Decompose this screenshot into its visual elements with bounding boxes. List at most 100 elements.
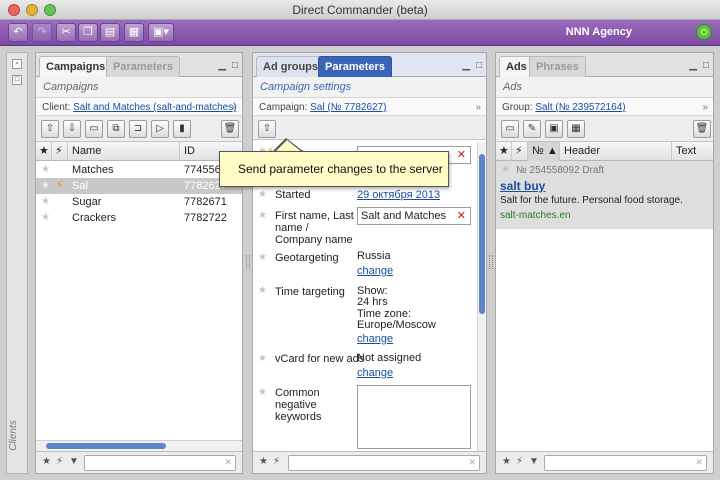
- edit-ad-icon[interactable]: ✎: [523, 120, 541, 138]
- campaigns-filter-input[interactable]: ✕: [84, 455, 236, 471]
- clear-icon[interactable]: ✕: [457, 208, 466, 224]
- star-icon[interactable]: ★: [258, 210, 267, 221]
- calculator-icon[interactable]: ▦: [124, 23, 144, 42]
- column-number[interactable]: № ▲: [528, 142, 560, 161]
- splitter-handle[interactable]: [246, 255, 250, 269]
- star-icon[interactable]: ★: [258, 285, 267, 296]
- star-icon[interactable]: ★: [41, 210, 50, 226]
- copy-campaign-icon[interactable]: ⧉: [107, 120, 125, 138]
- funnel-icon[interactable]: ▼: [69, 456, 79, 467]
- tab-parameters[interactable]: Parameters: [318, 56, 392, 77]
- start-date-link[interactable]: 29 октября 2013: [357, 190, 440, 201]
- download-icon[interactable]: ⇩: [63, 120, 81, 138]
- funnel-icon[interactable]: ▼: [529, 456, 539, 467]
- new-ad-icon[interactable]: ▭: [501, 120, 519, 138]
- campaign-link[interactable]: Sal (№ 7782627): [310, 102, 386, 113]
- column-text[interactable]: Text: [672, 142, 715, 161]
- minimize-panel-icon[interactable]: ▁: [462, 60, 470, 71]
- scroll-thumb[interactable]: [479, 154, 485, 314]
- flash-filter-icon[interactable]: ⚡: [516, 456, 523, 467]
- ad-title[interactable]: salt buy: [500, 179, 545, 193]
- flash-filter-icon[interactable]: ⚡: [56, 456, 63, 467]
- tab-parameters[interactable]: Parameters: [106, 56, 180, 77]
- star-filter-icon[interactable]: ★: [259, 456, 268, 467]
- start-icon[interactable]: ▷: [151, 120, 169, 138]
- vcard-change-link[interactable]: change: [357, 368, 393, 379]
- clear-filter-icon[interactable]: ✕: [695, 457, 703, 468]
- campaign-selector[interactable]: Campaign: Sal (№ 7782627) »: [253, 97, 486, 116]
- negative-keywords-textarea[interactable]: [357, 385, 471, 449]
- geotargeting-change-link[interactable]: change: [357, 266, 393, 277]
- tab-campaigns[interactable]: Campaigns: [39, 56, 113, 77]
- ads-filter-input[interactable]: ✕: [544, 455, 707, 471]
- time-targeting-change-link[interactable]: change: [357, 334, 393, 345]
- paste-icon[interactable]: ▤: [100, 23, 120, 42]
- ad-item[interactable]: ★ № 254558092 Draft salt buy Salt for th…: [496, 161, 713, 229]
- clear-filter-icon[interactable]: ✕: [468, 457, 476, 468]
- close-window-button[interactable]: [8, 4, 20, 16]
- table-row[interactable]: ★ ⚡ Sal 7782627: [36, 178, 242, 194]
- group-link[interactable]: Salt (№ 239572164): [535, 102, 625, 113]
- star-filter-icon[interactable]: ★: [42, 456, 51, 467]
- maximize-panel-icon[interactable]: □: [703, 60, 709, 71]
- star-icon[interactable]: ★: [41, 162, 50, 178]
- image-icon[interactable]: ▣: [545, 120, 563, 138]
- view-dropdown-icon[interactable]: ▣▾: [148, 23, 174, 42]
- redo-icon[interactable]: ↷: [32, 23, 52, 42]
- chevron-down-icon[interactable]: »: [231, 98, 237, 117]
- table-row[interactable]: ★ Sugar 7782671: [36, 194, 242, 210]
- table-row[interactable]: ★ Crackers 7782722: [36, 210, 242, 226]
- client-selector[interactable]: Client: Salt and Matches (salt-and-match…: [36, 97, 242, 116]
- star-column-icon[interactable]: ★: [496, 142, 512, 161]
- flash-column-icon[interactable]: ⚡: [52, 142, 68, 161]
- star-icon[interactable]: ★: [258, 189, 267, 200]
- table-row[interactable]: ★ Matches 7745567: [36, 162, 242, 178]
- client-link[interactable]: Salt and Matches (salt-and-matches): [73, 102, 236, 113]
- star-icon[interactable]: ★: [41, 178, 50, 194]
- column-header[interactable]: Header: [560, 142, 672, 161]
- chevron-down-icon[interactable]: »: [702, 98, 708, 117]
- minimize-window-button[interactable]: [26, 4, 38, 16]
- upload-icon[interactable]: ⇧: [41, 120, 59, 138]
- send-to-server-icon[interactable]: ⇧: [258, 120, 276, 138]
- star-icon[interactable]: ★: [258, 353, 267, 364]
- trash-icon[interactable]: 🗑: [221, 120, 239, 138]
- flash-column-icon[interactable]: ⚡: [512, 142, 528, 161]
- vertical-scrollbar[interactable]: [477, 142, 486, 451]
- clear-filter-icon[interactable]: ✕: [224, 457, 232, 468]
- table-icon[interactable]: ▦: [567, 120, 585, 138]
- copy-icon[interactable]: ❐: [78, 23, 98, 42]
- tab-phrases[interactable]: Phrases: [529, 56, 586, 77]
- undo-icon[interactable]: ↶: [8, 23, 28, 42]
- column-name[interactable]: Name: [68, 142, 180, 161]
- star-icon[interactable]: ★: [41, 194, 50, 210]
- flash-filter-icon[interactable]: ⚡: [273, 456, 280, 467]
- star-icon[interactable]: ★: [258, 387, 267, 398]
- new-campaign-icon[interactable]: ▭: [85, 120, 103, 138]
- sidebar-expand-icon[interactable]: □: [12, 75, 22, 85]
- maximize-panel-icon[interactable]: □: [232, 60, 238, 71]
- scroll-thumb[interactable]: [46, 443, 166, 449]
- parameters-filter-input[interactable]: ✕: [288, 455, 480, 471]
- zoom-window-button[interactable]: [44, 4, 56, 16]
- star-icon[interactable]: ★: [501, 164, 510, 175]
- splitter-handle[interactable]: [489, 255, 493, 269]
- trash-icon[interactable]: 🗑: [693, 120, 711, 138]
- group-selector[interactable]: Group: Salt (№ 239572164) »: [496, 97, 713, 116]
- fio-input[interactable]: Salt and Matches ✕: [357, 207, 471, 225]
- connection-status-icon[interactable]: ⏻: [696, 24, 712, 40]
- horizontal-scrollbar[interactable]: [36, 440, 242, 451]
- chevron-down-icon[interactable]: »: [475, 98, 481, 117]
- sidebar-pin-icon[interactable]: ▫: [12, 59, 22, 69]
- star-filter-icon[interactable]: ★: [502, 456, 511, 467]
- minimize-panel-icon[interactable]: ▁: [689, 60, 697, 71]
- star-column-icon[interactable]: ★: [36, 142, 52, 161]
- clients-sidebar[interactable]: ▫ □ Clients: [6, 52, 28, 474]
- maximize-panel-icon[interactable]: □: [476, 60, 482, 71]
- archive-icon[interactable]: ⊐: [129, 120, 147, 138]
- statistics-icon[interactable]: ▮: [173, 120, 191, 138]
- cut-icon[interactable]: ✂: [56, 23, 76, 42]
- clear-icon[interactable]: ✕: [457, 147, 466, 163]
- tab-ad-groups[interactable]: Ad groups: [256, 56, 325, 77]
- star-icon[interactable]: ★: [258, 252, 267, 263]
